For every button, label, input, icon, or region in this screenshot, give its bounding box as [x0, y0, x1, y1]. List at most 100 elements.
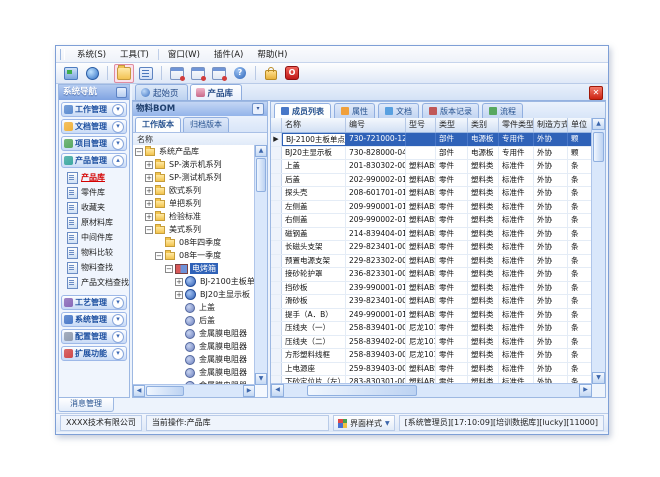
- table-cell[interactable]: 外协: [534, 282, 568, 295]
- table-cell[interactable]: 标准件: [499, 255, 534, 268]
- table-cell[interactable]: 外协: [534, 309, 568, 322]
- sidebar-item-产品库[interactable]: 产品库: [67, 170, 127, 185]
- scroll-left-icon[interactable]: ◀: [133, 385, 145, 397]
- table-cell[interactable]: 730-828000-04X: [346, 147, 406, 160]
- table-cell[interactable]: 上盖: [282, 160, 346, 173]
- table-cell[interactable]: BJ20主显示板: [282, 147, 346, 160]
- expand-icon[interactable]: +: [145, 161, 153, 169]
- table-cell[interactable]: 提手（A．B）: [282, 309, 346, 322]
- table-cell[interactable]: 条: [568, 214, 592, 227]
- table-cell[interactable]: 229-823401-00X: [346, 241, 406, 254]
- table-cell[interactable]: 标准件: [499, 349, 534, 362]
- tab-流程[interactable]: 流程: [482, 103, 523, 118]
- table-cell[interactable]: 零件: [436, 282, 468, 295]
- chevron-up-icon[interactable]: ▴: [112, 155, 124, 167]
- scroll-up-icon[interactable]: ▲: [255, 145, 267, 157]
- table-cell[interactable]: 塑料类: [468, 268, 499, 281]
- table-cell[interactable]: 条: [568, 228, 592, 241]
- table-cell[interactable]: 730-721000-12X: [346, 133, 406, 146]
- table-cell[interactable]: 部件: [436, 133, 468, 146]
- table-cell[interactable]: 零件: [436, 255, 468, 268]
- tab-版本记录[interactable]: 版本记录: [422, 103, 479, 118]
- scroll-down-icon[interactable]: ▼: [255, 373, 267, 385]
- table-cell[interactable]: 零件: [436, 160, 468, 173]
- table-cell[interactable]: 颗: [568, 147, 592, 160]
- table-cell[interactable]: 塑料ABS: [406, 282, 436, 295]
- table-cell[interactable]: 239-990001-01X: [346, 282, 406, 295]
- table-cell[interactable]: 压线夹（一）: [282, 322, 346, 335]
- tree-node-SP-测试机系列[interactable]: +SP-测试机系列: [133, 171, 255, 184]
- chevron-down-icon[interactable]: ▾: [112, 297, 124, 309]
- table-cell[interactable]: 258-839403-00X: [346, 349, 406, 362]
- table-cell[interactable]: 201-830302-00X: [346, 160, 406, 173]
- table-cell[interactable]: 塑料ABS: [406, 228, 436, 241]
- table-cell[interactable]: 方形塑料线框: [282, 349, 346, 362]
- table-cell[interactable]: 滑砂板: [282, 295, 346, 308]
- tab-属性[interactable]: 属性: [334, 103, 375, 118]
- table-cell[interactable]: 塑料类: [468, 174, 499, 187]
- table-cell[interactable]: 零件: [436, 187, 468, 200]
- table-cell[interactable]: 259-839403-00X: [346, 363, 406, 376]
- table-row[interactable]: 探头壳208-601701-01X塑料ABS零件塑料类标准件外协条: [271, 187, 592, 201]
- expand-icon[interactable]: +: [175, 291, 183, 299]
- table-cell[interactable]: 标准件: [499, 363, 534, 376]
- table-cell[interactable]: 外协: [534, 363, 568, 376]
- chevron-down-icon[interactable]: ▾: [112, 104, 124, 116]
- table-cell[interactable]: 塑料ABS: [406, 187, 436, 200]
- task-edit-button[interactable]: [189, 65, 207, 82]
- table-cell[interactable]: 零件: [436, 295, 468, 308]
- table-cell[interactable]: 外协: [534, 349, 568, 362]
- grid-hscroll-thumb[interactable]: [307, 385, 417, 396]
- table-cell[interactable]: 塑料ABS: [406, 309, 436, 322]
- table-cell[interactable]: 236-823301-00X: [346, 268, 406, 281]
- table-cell[interactable]: 塑料类: [468, 363, 499, 376]
- table-cell[interactable]: 外协: [534, 133, 568, 146]
- table-cell[interactable]: 长磁头支架: [282, 241, 346, 254]
- table-cell[interactable]: BJ-2100主板单点: [282, 133, 346, 146]
- table-cell[interactable]: 塑料类: [468, 228, 499, 241]
- table-row[interactable]: 后盖202-990002-01X塑料ABS零件塑料类标准件外协条: [271, 174, 592, 188]
- sidebar-group-header-7[interactable]: 扩展功能▾: [61, 346, 127, 361]
- tree-vertical-scrollbar[interactable]: ▲ ▼: [254, 145, 267, 385]
- table-cell[interactable]: 条: [568, 336, 592, 349]
- open-folder-button[interactable]: [114, 64, 134, 83]
- table-cell[interactable]: 零件: [436, 201, 468, 214]
- expand-icon[interactable]: +: [145, 200, 153, 208]
- column-header-名称[interactable]: 名称: [282, 118, 346, 132]
- tree-node-系统产品库[interactable]: −系统产品库: [133, 145, 255, 158]
- tree-node-美式系列[interactable]: −美式系列: [133, 223, 255, 236]
- table-cell[interactable]: 249-990001-01X: [346, 309, 406, 322]
- table-cell[interactable]: 外协: [534, 214, 568, 227]
- table-cell[interactable]: 外协: [534, 187, 568, 200]
- table-cell[interactable]: 条: [568, 187, 592, 200]
- scroll-right-icon[interactable]: ▶: [579, 384, 592, 397]
- sidebar-group-header-1[interactable]: 文档管理▾: [61, 119, 127, 134]
- table-cell[interactable]: 零件: [436, 228, 468, 241]
- table-cell[interactable]: 上电源座: [282, 363, 346, 376]
- tree-hscroll-thumb[interactable]: [146, 386, 184, 396]
- collapse-icon[interactable]: −: [155, 252, 163, 260]
- report-button[interactable]: [137, 65, 155, 82]
- table-cell[interactable]: 塑料类: [468, 241, 499, 254]
- panel-pin-icon[interactable]: ▾: [252, 103, 264, 115]
- chevron-down-icon[interactable]: ▾: [112, 138, 124, 150]
- table-cell[interactable]: 239-823401-00X: [346, 295, 406, 308]
- tree-horizontal-scrollbar[interactable]: ◀ ▶: [133, 384, 255, 397]
- table-cell[interactable]: 标准件: [499, 187, 534, 200]
- table-cell[interactable]: 209-990002-01X: [346, 214, 406, 227]
- table-cell[interactable]: 外协: [534, 336, 568, 349]
- task-delete-button[interactable]: [210, 65, 228, 82]
- collapse-icon[interactable]: −: [135, 148, 143, 156]
- sidebar-item-零件库[interactable]: 零件库: [67, 185, 127, 200]
- sidebar-item-原材料库[interactable]: 原材料库: [67, 215, 127, 230]
- table-cell[interactable]: 塑料ABS: [406, 160, 436, 173]
- column-header-型号[interactable]: 型号: [406, 118, 436, 132]
- table-cell[interactable]: 左侧盖: [282, 201, 346, 214]
- sidebar-group-header-6[interactable]: 配置管理▾: [61, 329, 127, 344]
- tree-node-BJ-2100主板单点[interactable]: +BJ-2100主板单点: [133, 275, 255, 288]
- tree-node-上盖[interactable]: 上盖: [133, 301, 255, 314]
- table-cell[interactable]: 标准件: [499, 214, 534, 227]
- table-cell[interactable]: 209-990001-01X: [346, 201, 406, 214]
- table-cell[interactable]: 外协: [534, 228, 568, 241]
- table-cell[interactable]: 条: [568, 295, 592, 308]
